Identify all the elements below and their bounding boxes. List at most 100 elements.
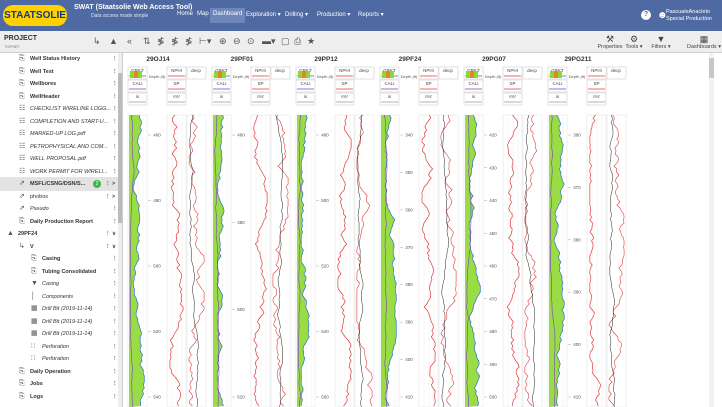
well-log-panel: 29OJ14 GRKT CALI in NPHI SP mV Depth (ft) decp 46… (123, 53, 722, 407)
count-badge: 2 (93, 180, 101, 188)
depth-tick-label: 520 (321, 264, 329, 269)
line-style-icon[interactable]: ▬▾ (262, 36, 276, 46)
curve-name: mV (425, 94, 432, 99)
dashboards-button[interactable]: ▦ Dashboards ▾ (684, 34, 722, 50)
tools-label: Tools ▾ (625, 44, 643, 50)
depth-tick-label: 410 (573, 395, 581, 400)
depth-label: Depth (ft) (569, 74, 586, 79)
sort-icon[interactable]: ⇅ (143, 36, 151, 46)
collapse-left-icon[interactable]: « (127, 36, 132, 46)
nav-exploration[interactable]: Exploration ▾ (246, 11, 281, 18)
fill-swatch-orange (218, 71, 222, 78)
depth-scale-icon[interactable]: ⊢▾ (199, 36, 211, 46)
res-curve-name: decp (443, 68, 453, 73)
collapse-up-icon[interactable]: ▲ (109, 36, 118, 46)
depth-tick-label: 460 (489, 264, 497, 269)
zoom-out-icon[interactable]: ⊖ (233, 36, 241, 46)
depth-tick-label: 390 (405, 320, 413, 325)
curve-name: in (136, 94, 140, 99)
grid-icon: ▦ (699, 34, 709, 44)
depth-tick-label: 520 (153, 329, 161, 334)
user-name[interactable]: PascualeAnacleto (666, 9, 710, 15)
depth-tick-label: 480 (321, 133, 329, 138)
res-curve-name: decp (359, 68, 369, 73)
report-icon: ⎘ (19, 392, 25, 400)
app-title: SWAT (Staatsolie Web Access Tool) (74, 4, 193, 11)
well-name: 29PG07 (482, 56, 506, 63)
favorite-star-icon[interactable]: ★ (307, 36, 315, 46)
panel-scrollbar-thumb[interactable] (709, 58, 714, 78)
curve-name: CALI (300, 81, 310, 86)
depth-tick-label: 500 (237, 307, 245, 312)
depth-tick-label: 390 (573, 290, 581, 295)
curve-name: in (304, 94, 308, 99)
sp-track (250, 114, 271, 407)
curve-name: CALI (132, 81, 142, 86)
track-icon-1[interactable]: ≸ (157, 36, 165, 46)
depth-tick-label: 480 (153, 198, 161, 203)
depth-label: Depth (ft) (233, 74, 250, 79)
track-icon-3[interactable]: ≸ (185, 36, 193, 46)
depth-tick-label: 470 (489, 296, 497, 301)
nav-dashboard[interactable]: Dashboard (210, 8, 246, 23)
zoom-fit-icon[interactable]: ⊙ (247, 36, 255, 46)
depth-tick-label: 500 (489, 395, 497, 400)
panel-scrollbar[interactable] (709, 53, 714, 407)
depth-tick-label: 400 (405, 357, 413, 362)
well-name: 29OJ14 (146, 56, 170, 63)
depth-tick-label: 340 (405, 133, 413, 138)
sidebar-scrollbar-thumb[interactable] (118, 73, 122, 223)
curve-name: CALI (552, 81, 562, 86)
sidebar-item-label: Logs (30, 393, 44, 400)
depth-tick-label: 500 (321, 198, 329, 203)
depth-tick-label: 420 (489, 133, 497, 138)
curve-name: SP (173, 81, 179, 86)
nav-production[interactable]: Production ▾ (317, 11, 350, 18)
curve-name: NPHI (171, 68, 182, 73)
nav-drilling[interactable]: Drilling ▾ (285, 11, 308, 18)
depth-label: Depth (ft) (485, 74, 502, 79)
top-navigation-bar: STAATSOLIE SWAT (Staatsolie Web Access T… (0, 0, 722, 31)
curve-name: CALI (384, 81, 394, 86)
curve-name: NPHI (423, 68, 434, 73)
staatsolie-logo[interactable]: STAATSOLIE (3, 5, 67, 26)
curve-name: CALI (216, 81, 226, 86)
sidebar-item[interactable]: ⎘ Logs ⋮ (0, 390, 120, 404)
depth-tick-label: 460 (153, 133, 161, 138)
depth-tick-label: 380 (405, 282, 413, 287)
nav-map[interactable]: Map (197, 11, 209, 17)
depth-tick-label: 560 (321, 395, 329, 400)
res-track (270, 114, 291, 407)
app-subtitle: Data access made simple (91, 13, 149, 19)
depth-tick-label: 480 (489, 329, 497, 334)
depth-tick-label: 370 (405, 245, 413, 250)
item-menu-icon[interactable]: ⋮ (112, 390, 118, 404)
well-name: 29PF24 (399, 56, 422, 63)
depth-tick-label: 440 (489, 198, 497, 203)
curve-name: in (388, 94, 392, 99)
track-icon-2[interactable]: ≸ (171, 36, 179, 46)
depth-tick-label: 380 (573, 237, 581, 242)
res-track (606, 114, 627, 407)
res-curve-name: decp (191, 68, 201, 73)
project-subtitle: TOPSET (4, 44, 20, 49)
fill-swatch-orange (386, 71, 390, 78)
nav-home[interactable]: Home (177, 11, 193, 17)
curve-name: SP (425, 81, 431, 86)
well-log-tracks[interactable]: 29OJ14GRKTCALIinNPHISPmVDepth (ft)decp46… (123, 53, 722, 407)
nav-reports[interactable]: Reports ▾ (358, 11, 384, 18)
project-selector[interactable]: PROJECT (4, 35, 37, 42)
fill-swatch-orange (470, 71, 474, 78)
zoom-in-icon[interactable]: ⊕ (219, 36, 227, 46)
print-icon[interactable]: ⎙ (294, 36, 301, 46)
delete-icon[interactable]: ▢ (281, 36, 290, 46)
depth-label: Depth (ft) (401, 74, 418, 79)
depth-tick-label: 410 (405, 395, 413, 400)
filters-button[interactable]: ▼ Filters ▾ (645, 34, 677, 50)
tree-toggle-icon[interactable]: ↳ (93, 36, 101, 46)
depth-tick-label: 460 (237, 133, 245, 138)
help-button[interactable]: ? (641, 10, 651, 20)
curve-name: NPHI (507, 68, 518, 73)
curve-name: in (556, 94, 560, 99)
curve-name: mV (341, 94, 348, 99)
